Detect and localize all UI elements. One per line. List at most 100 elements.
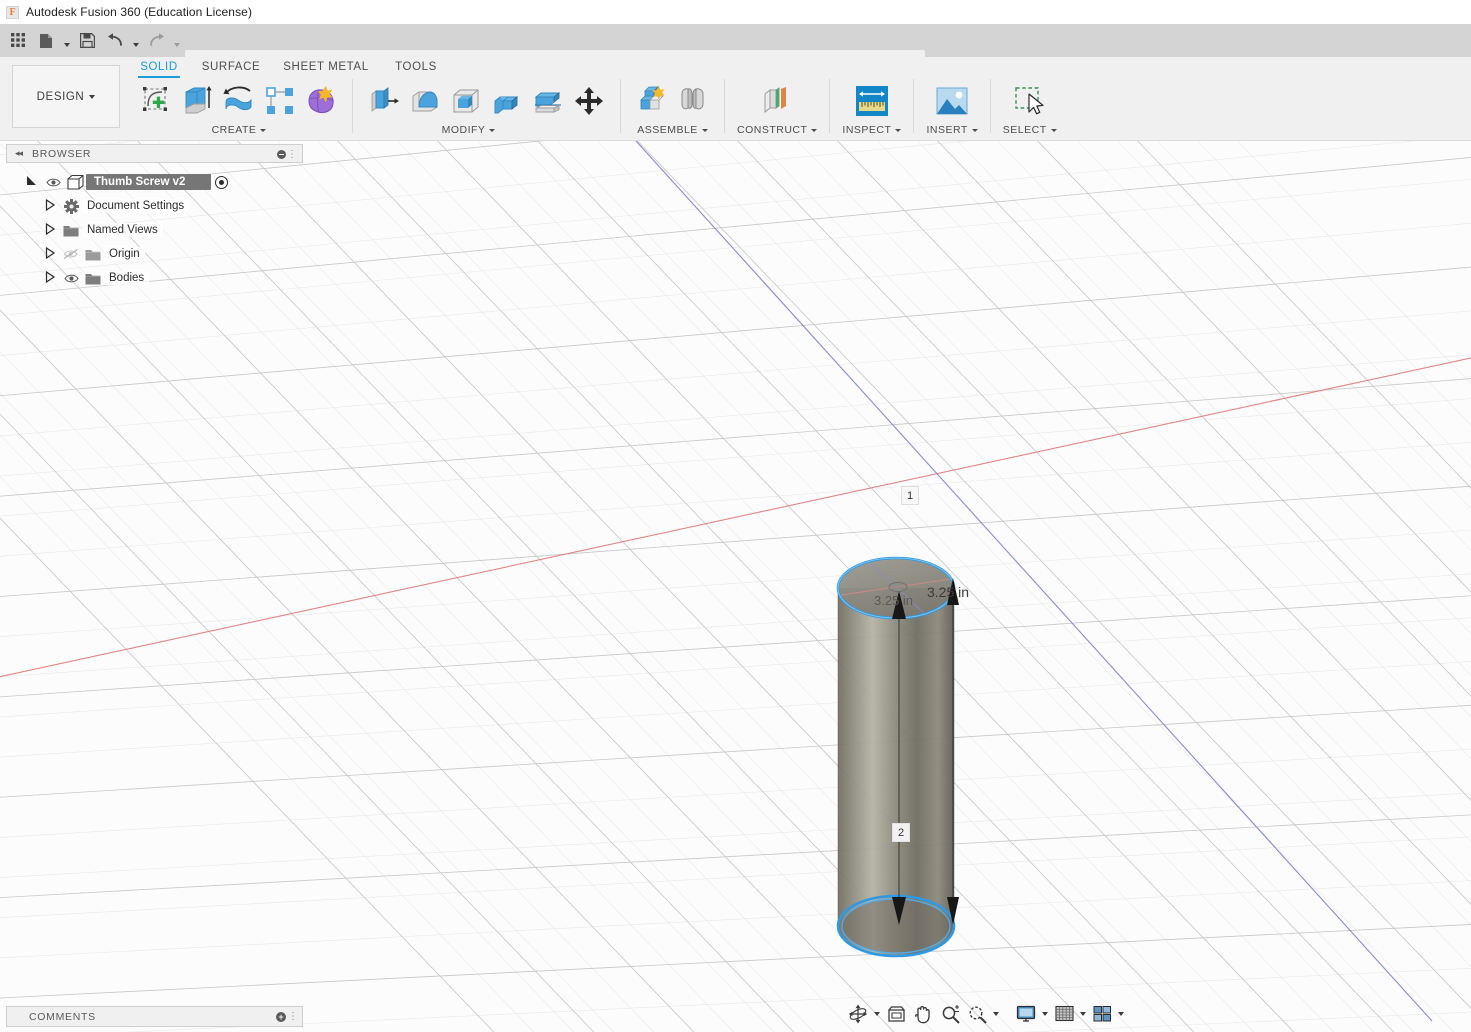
fillet-icon[interactable]	[406, 81, 444, 121]
new-component-icon[interactable]	[633, 81, 671, 121]
tree-item-thumb-screw[interactable]: Thumb Screw v2	[6, 170, 296, 194]
collapse-panel-icon[interactable]: ◂◂	[15, 148, 23, 159]
chevron-down-icon	[260, 128, 267, 132]
comments-label: COMMENTS	[29, 1010, 96, 1023]
ribbon-group-create-label[interactable]: CREATE	[138, 122, 340, 138]
selection-marker-1[interactable]: 1	[901, 486, 919, 505]
measure-icon[interactable]	[853, 81, 891, 121]
create-label-text: CREATE	[211, 124, 257, 136]
shell-icon[interactable]	[447, 81, 485, 121]
expand-triangle-icon[interactable]	[40, 270, 60, 286]
combine-icon[interactable]	[488, 81, 526, 121]
modify-label-text: MODIFY	[441, 124, 486, 136]
grid-snaps-caret-icon[interactable]	[1078, 1002, 1088, 1026]
tree-item-label: Document Settings	[82, 199, 190, 213]
orbit-button[interactable]	[845, 1002, 871, 1026]
chevron-down-icon	[895, 128, 902, 132]
create-sketch-icon[interactable]	[138, 81, 176, 121]
panel-resize-grip[interactable]: ⋮	[288, 1011, 298, 1022]
ribbon-panel-row: CREATE MODIFY ASSEMBLE CONSTRUCT INSPECT…	[130, 77, 1065, 141]
title-bar: F Autodesk Fusion 360 (Education License…	[0, 0, 1471, 24]
visibility-eye-icon[interactable]	[60, 273, 82, 284]
pan-hand-button[interactable]	[910, 1002, 936, 1026]
expand-triangle-icon[interactable]	[40, 246, 60, 262]
ribbon-group-inspect-label[interactable]: INSPECT	[842, 122, 902, 138]
fit-caret-icon[interactable]	[991, 1002, 1001, 1026]
tree-item-origin[interactable]: Origin	[6, 242, 296, 266]
ribbon-divider	[913, 79, 915, 133]
pattern-icon[interactable]	[261, 81, 299, 121]
ribbon-divider	[724, 79, 725, 133]
new-document-button[interactable]	[33, 28, 59, 54]
display-settings-button[interactable]	[1013, 1002, 1039, 1026]
ribbon-divider	[829, 79, 831, 133]
gear-icon	[60, 198, 82, 214]
ribbon-group-inspect: INSPECT	[834, 77, 909, 141]
quick-access-toolbar: Headset C-Clamp v3* Thumb Screw v2*	[0, 24, 1471, 80]
ribbon-group-select-label[interactable]: SELECT	[1003, 122, 1057, 138]
dimension-label-2[interactable]: 3.25 in	[927, 584, 969, 600]
ribbon-group-modify: MODIFY	[357, 77, 616, 141]
joint-icon[interactable]	[674, 81, 712, 121]
ribbon: DESIGN SOLID SURFACE SHEET METAL TOOLS C…	[0, 57, 1471, 141]
fit-button[interactable]	[964, 1002, 990, 1026]
folder-icon	[82, 272, 104, 285]
save-button[interactable]	[74, 28, 100, 54]
expand-triangle-icon[interactable]	[40, 222, 60, 238]
tab-tools[interactable]: TOOLS	[378, 57, 454, 77]
tree-item-document-settings[interactable]: Document Settings	[6, 194, 296, 218]
display-settings-caret-icon[interactable]	[1040, 1002, 1050, 1026]
app-grid-button[interactable]	[5, 28, 31, 54]
component-cube-icon	[64, 174, 86, 190]
tree-item-bodies[interactable]: Bodies	[6, 266, 296, 290]
move-copy-icon[interactable]	[570, 81, 608, 121]
split-body-icon[interactable]	[529, 81, 567, 121]
selection-marker-2[interactable]: 2	[892, 823, 910, 842]
dimension-label-1[interactable]: 3.25 in	[874, 593, 913, 608]
form-icon[interactable]	[302, 81, 340, 121]
design-workspace-menu[interactable]: DESIGN	[12, 65, 120, 128]
select-window-icon[interactable]	[1011, 81, 1049, 121]
browser-tree: Thumb Screw v2 Document Settings Named V…	[6, 170, 296, 290]
zoom-button[interactable]	[937, 1002, 963, 1026]
expand-triangle-icon[interactable]	[40, 198, 60, 214]
panel-resize-grip[interactable]: ⋮	[287, 149, 297, 160]
orbit-caret-icon[interactable]	[872, 1002, 882, 1026]
tab-tools-label: TOOLS	[395, 61, 437, 73]
ribbon-group-insert: INSERT	[918, 77, 985, 141]
ribbon-divider	[989, 79, 991, 133]
add-comment-icon[interactable]: +	[276, 1012, 286, 1022]
ribbon-group-insert-label[interactable]: INSERT	[926, 122, 978, 138]
construct-label-text: CONSTRUCT	[737, 124, 808, 136]
chevron-down-icon	[701, 128, 708, 132]
activate-component-radio[interactable]	[215, 175, 229, 189]
tree-item-label: Origin	[104, 247, 145, 261]
comments-panel[interactable]: COMMENTS + ⋮	[6, 1006, 303, 1027]
new-document-caret-icon[interactable]	[61, 28, 72, 54]
tree-item-label: Named Views	[82, 223, 163, 237]
browser-minimize-icon[interactable]	[277, 150, 286, 159]
viewports-button[interactable]	[1089, 1002, 1115, 1026]
insert-image-icon[interactable]	[933, 81, 971, 121]
viewports-caret-icon[interactable]	[1116, 1002, 1126, 1026]
tab-surface[interactable]: SURFACE	[188, 57, 274, 77]
folder-icon	[60, 224, 82, 237]
press-pull-icon[interactable]	[365, 81, 403, 121]
look-at-button[interactable]	[883, 1002, 909, 1026]
visibility-eye-hidden-icon[interactable]	[60, 248, 82, 260]
revolve-icon[interactable]	[220, 81, 258, 121]
ribbon-divider	[620, 79, 621, 133]
expand-triangle-icon[interactable]	[22, 175, 42, 190]
offset-plane-icon[interactable]	[758, 81, 796, 121]
browser-panel-header: ◂◂ BROWSER ⋮	[6, 144, 303, 163]
visibility-eye-icon[interactable]	[42, 177, 64, 188]
grid-snaps-button[interactable]	[1051, 1002, 1077, 1026]
ribbon-group-assemble-label[interactable]: ASSEMBLE	[633, 122, 712, 138]
ribbon-group-construct-label[interactable]: CONSTRUCT	[737, 122, 818, 138]
extrude-icon[interactable]	[179, 81, 217, 121]
ribbon-group-assemble: ASSEMBLE	[625, 77, 720, 141]
tab-sheet-metal[interactable]: SHEET METAL	[274, 57, 378, 77]
tab-solid[interactable]: SOLID	[130, 57, 188, 78]
tree-item-named-views[interactable]: Named Views	[6, 218, 296, 242]
ribbon-group-modify-label[interactable]: MODIFY	[329, 122, 608, 138]
